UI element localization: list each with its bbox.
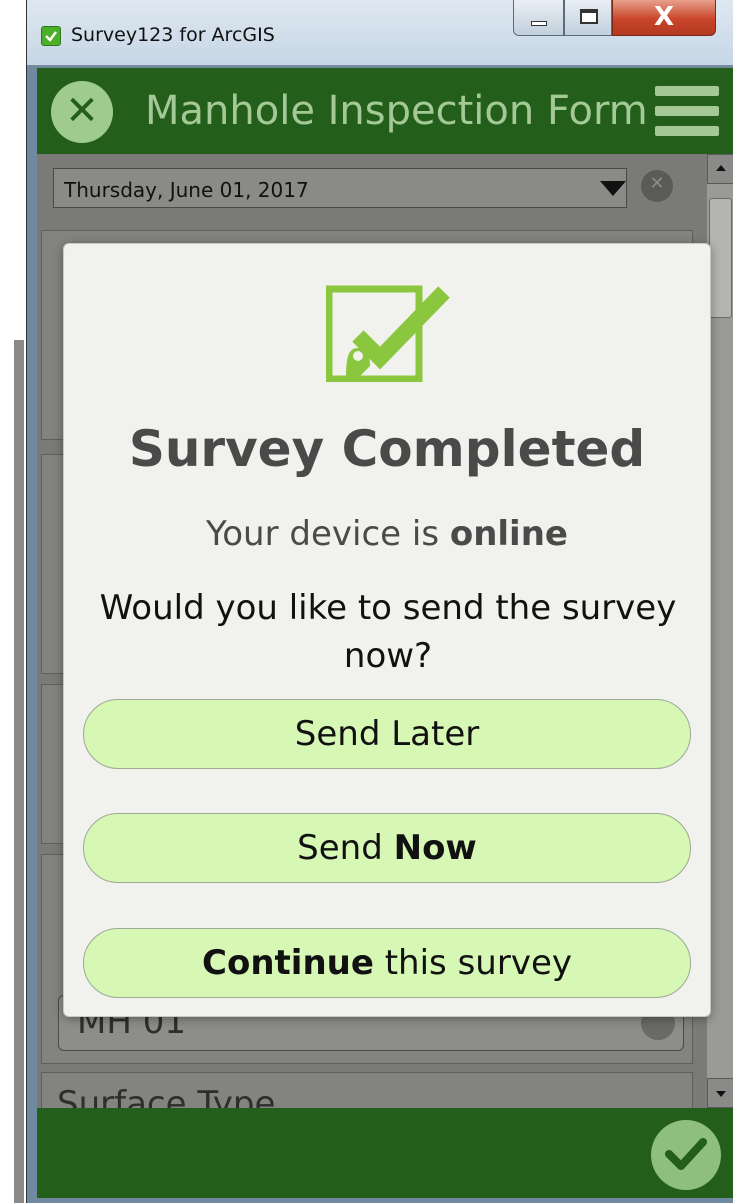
date-value: Thursday, June 01, 2017 [64, 178, 309, 202]
maximize-button[interactable] [564, 0, 612, 36]
form-title: Manhole Inspection Form [145, 88, 648, 134]
survey123-app-icon [41, 26, 61, 46]
scroll-up-button[interactable] [707, 154, 733, 184]
window-close-button[interactable]: X [612, 0, 716, 36]
close-icon: ✕ [65, 88, 99, 134]
submit-button[interactable] [651, 1120, 721, 1190]
continue-survey-button[interactable]: Continue this survey [83, 928, 691, 998]
scroll-down-button[interactable] [707, 1078, 733, 1108]
date-clear-button[interactable]: ✕ [641, 170, 673, 202]
survey-check-icon [326, 285, 450, 382]
maximize-icon [580, 9, 598, 24]
send-question: Would you like to send the survey now? [99, 588, 677, 676]
bottom-bar [37, 1108, 733, 1198]
arrow-down-icon [716, 1091, 726, 1097]
survey-completed-dialog: Survey Completed Your device is online W… [63, 243, 711, 1017]
send-now-prefix: Send [297, 828, 394, 868]
send-now-bold: Now [393, 828, 477, 868]
send-later-button[interactable]: Send Later [83, 699, 691, 769]
window-title: Survey123 for ArcGIS [71, 24, 275, 46]
app-header: ✕ Manhole Inspection Form [37, 68, 733, 154]
arrow-up-icon [716, 165, 726, 171]
close-form-button[interactable]: ✕ [51, 81, 113, 143]
desktop-edge [0, 0, 26, 1203]
dialog-title: Survey Completed [128, 420, 646, 478]
status-prefix: Your device is [206, 514, 450, 554]
scroll-thumb[interactable] [709, 198, 732, 318]
clear-icon: ✕ [649, 173, 665, 194]
date-field[interactable]: Thursday, June 01, 2017 [53, 168, 627, 208]
hamburger-menu-icon[interactable] [655, 86, 719, 136]
window-close-icon: X [653, 2, 675, 32]
send-now-button[interactable]: Send Now [83, 813, 691, 883]
continue-suffix: this survey [373, 943, 572, 983]
desktop-strip [14, 340, 24, 1203]
dropdown-arrow-icon[interactable] [600, 181, 626, 196]
window-titlebar[interactable]: Survey123 for ArcGIS X [27, 0, 733, 66]
checkmark-icon [665, 1138, 707, 1170]
continue-bold: Continue [202, 943, 374, 983]
minimize-icon [531, 21, 547, 26]
minimize-button[interactable] [513, 0, 564, 36]
connection-status: Your device is online [64, 514, 710, 554]
status-value: online [449, 514, 568, 554]
